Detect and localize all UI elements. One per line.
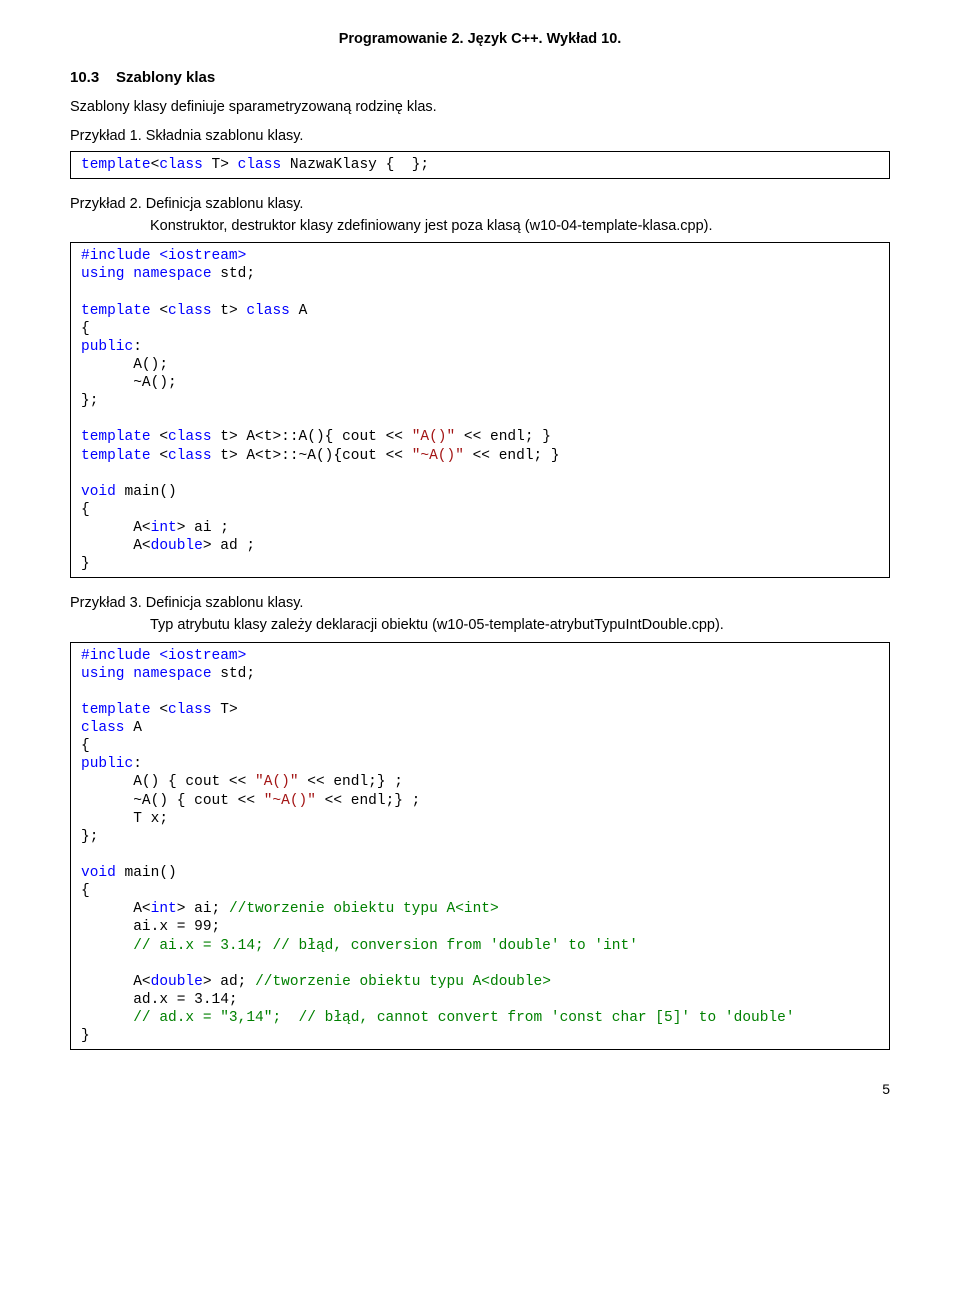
code-text: NazwaKlasy { }; [281, 157, 429, 173]
code-block-1: template<class T> class NazwaKlasy { }; [70, 151, 890, 179]
code-text: < [151, 448, 168, 464]
code-text [125, 666, 134, 682]
code-text: void [81, 865, 116, 881]
code-text: A< [81, 538, 151, 554]
code-text: { [81, 883, 90, 899]
example-1-label: Przykład 1. Składnia szablonu klasy. [70, 127, 890, 147]
section-title: Szablony klas [116, 69, 215, 86]
code-text: void [81, 484, 116, 500]
example-2-label: Przykład 2. Definicja szablonu klasy. [70, 195, 890, 215]
code-text: class [159, 157, 203, 173]
code-text: class [168, 429, 212, 445]
code-text: T> [212, 702, 238, 718]
intro-paragraph: Szablony klasy definiuje sparametryzowan… [70, 98, 890, 118]
code-text: { [81, 321, 90, 337]
code-text: }; [81, 829, 98, 845]
code-text [81, 938, 133, 954]
example-2-subnote: Konstruktor, destruktor klasy zdefiniowa… [150, 217, 890, 237]
code-text: template [81, 303, 151, 319]
code-text: > ad ; [203, 538, 255, 554]
code-text: } [81, 1028, 90, 1044]
code-text: namespace [133, 266, 211, 282]
code-text [125, 266, 134, 282]
code-text: T x; [81, 811, 168, 827]
code-text: ad.x = 3.14; [81, 992, 238, 1008]
code-text: //tworzenie obiektu typu A<double> [255, 974, 551, 990]
code-block-2: #include <iostream> using namespace std;… [70, 242, 890, 578]
code-text: > ai ; [177, 520, 229, 536]
code-text: A [290, 303, 307, 319]
code-text: int [151, 901, 177, 917]
code-text: // ad.x = "3,14"; // błąd, cannot conver… [133, 1010, 794, 1026]
code-text: : [133, 339, 142, 355]
code-text: // ai.x = 3.14; // błąd, conversion from… [133, 938, 638, 954]
code-text: template [81, 702, 151, 718]
code-text: A(); [81, 357, 168, 373]
page-number: 5 [70, 1080, 890, 1099]
code-text: template [81, 448, 151, 464]
code-text: ~A(); [81, 375, 177, 391]
code-text: class [168, 702, 212, 718]
code-text: A< [81, 974, 151, 990]
code-text: main() [116, 865, 177, 881]
code-text: std; [212, 266, 256, 282]
section-heading: 10.3Szablony klas [70, 68, 890, 88]
code-text: < [151, 702, 168, 718]
code-text [81, 1010, 133, 1026]
code-text: class [238, 157, 282, 173]
code-text: "A()" [255, 774, 299, 790]
code-text: : [133, 756, 142, 772]
code-text: }; [81, 393, 98, 409]
code-text: class [81, 720, 125, 736]
code-text: double [151, 538, 203, 554]
code-text: template [81, 157, 151, 173]
code-text: std; [212, 666, 256, 682]
code-text: << endl; } [464, 448, 560, 464]
code-text: class [246, 303, 290, 319]
code-text: > ad; [203, 974, 255, 990]
code-text: A< [81, 901, 151, 917]
code-text: ~A() { cout << [81, 793, 264, 809]
code-text: { [81, 738, 90, 754]
code-text: { [81, 502, 90, 518]
code-text: "~A()" [412, 448, 464, 464]
code-text: template [81, 429, 151, 445]
code-text: > ai; [177, 901, 229, 917]
code-text: t> [212, 303, 247, 319]
code-text: double [151, 974, 203, 990]
code-text: < [151, 303, 168, 319]
code-text: main() [116, 484, 177, 500]
code-block-3: #include <iostream> using namespace std;… [70, 642, 890, 1051]
code-text: public [81, 756, 133, 772]
code-text: "A()" [412, 429, 456, 445]
example-3-subnote: Typ atrybutu klasy zależy deklaracji obi… [150, 616, 890, 636]
page-header: Programowanie 2. Język C++. Wykład 10. [70, 30, 890, 50]
code-text: public [81, 339, 133, 355]
code-text: int [151, 520, 177, 536]
code-text: << endl;} ; [299, 774, 403, 790]
code-text: class [168, 303, 212, 319]
code-text: namespace [133, 666, 211, 682]
code-text: //tworzenie obiektu typu A<int> [229, 901, 499, 917]
code-text: class [168, 448, 212, 464]
code-text: #include <iostream> [81, 248, 246, 264]
code-text: t> A<t>::A(){ cout << [212, 429, 412, 445]
code-text: T> [203, 157, 238, 173]
code-text: << endl; } [455, 429, 551, 445]
section-number: 10.3 [70, 68, 116, 88]
code-text: using [81, 266, 125, 282]
code-text: } [81, 556, 90, 572]
code-text: A< [81, 520, 151, 536]
code-text: << endl;} ; [316, 793, 420, 809]
code-text: A() { cout << [81, 774, 255, 790]
code-text: < [151, 429, 168, 445]
code-text: t> A<t>::~A(){cout << [212, 448, 412, 464]
code-text: using [81, 666, 125, 682]
example-3-label: Przykład 3. Definicja szablonu klasy. [70, 594, 890, 614]
code-text: A [125, 720, 142, 736]
code-text: ai.x = 99; [81, 919, 220, 935]
code-text: #include <iostream> [81, 648, 246, 664]
code-text: "~A()" [264, 793, 316, 809]
